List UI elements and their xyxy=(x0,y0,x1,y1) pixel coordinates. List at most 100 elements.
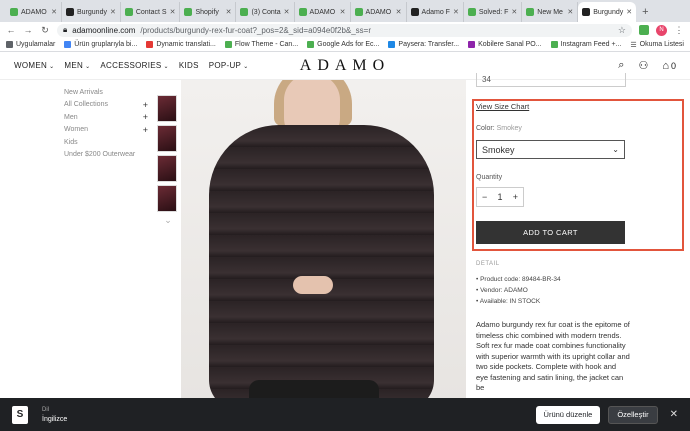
search-icon[interactable]: ⌕ xyxy=(618,59,624,72)
bookmark-item[interactable]: Ürün gruplarıyla bi... xyxy=(64,41,137,48)
expand-plus-icon[interactable]: + xyxy=(143,112,148,122)
new-tab-icon[interactable]: + xyxy=(636,2,654,22)
tab-close-icon[interactable]: ✕ xyxy=(567,8,573,16)
bookmarks-bar: Uygulamalar Ürün gruplarıyla bi... Dynamic… xyxy=(0,38,690,52)
bookmark-item[interactable]: Kobilere Sanal PO... xyxy=(468,41,542,48)
bookmark-favicon-icon xyxy=(224,41,232,48)
forward-icon[interactable]: → xyxy=(23,25,33,35)
category-label: Under $200 Outerwear xyxy=(64,151,136,159)
account-icon[interactable]: ⚇ xyxy=(638,59,648,72)
browser-tab[interactable]: Contact S ✕ xyxy=(121,2,181,22)
reading-list[interactable]: ☰ Okuma Listesi xyxy=(630,41,684,49)
category-item[interactable]: New Arrivals xyxy=(64,86,148,99)
bookmark-item[interactable]: Google Ads for Ec... xyxy=(307,41,379,48)
back-icon[interactable]: ← xyxy=(6,25,16,35)
color-select[interactable]: Smokey ⌄ xyxy=(476,140,625,159)
tab-close-icon[interactable]: ✕ xyxy=(284,8,290,16)
color-label-value: Smokey xyxy=(496,125,522,132)
expand-plus-icon[interactable]: + xyxy=(143,125,148,135)
category-item[interactable]: All Collections + xyxy=(64,99,148,112)
url-input[interactable]: 🔒︎ adamoonline.com/products/burgundy-rex… xyxy=(57,23,632,37)
tab-favicon-icon xyxy=(467,8,476,16)
close-icon[interactable]: ✕ xyxy=(670,409,678,420)
menu-item[interactable]: ACCESSORIES ⌄ xyxy=(100,61,168,70)
product-thumbnail[interactable] xyxy=(157,155,177,182)
view-size-chart-link[interactable]: View Size Chart xyxy=(476,102,529,111)
product-description: Adamo burgundy rex fur coat is the epito… xyxy=(476,320,630,392)
bookmark-item[interactable]: Paysera: Transfer... xyxy=(388,41,459,48)
chevron-down-icon: ⌄ xyxy=(163,64,169,70)
tab-close-icon[interactable]: ✕ xyxy=(511,8,517,16)
menu-item[interactable]: WOMEN ⌄ xyxy=(14,61,54,70)
menu-item-label: WOMEN xyxy=(14,61,48,70)
category-nav: New Arrivals All Collections + Men + Women + Ki… xyxy=(64,86,148,161)
size-select[interactable]: 34 xyxy=(476,73,626,87)
bookmark-item[interactable]: Uygulamalar xyxy=(6,41,55,48)
language-label: Dil xyxy=(42,406,49,413)
tab-label: New Me xyxy=(537,8,563,16)
menu-item[interactable]: POP-UP ⌄ xyxy=(209,61,249,70)
plus-icon[interactable]: + xyxy=(513,192,518,202)
browser-tab[interactable]: (3) Conta ✕ xyxy=(236,2,295,22)
profile-avatar[interactable]: N xyxy=(656,24,667,36)
category-item[interactable]: Under $200 Outerwear xyxy=(64,149,148,162)
add-to-cart-button[interactable]: ADD TO CART xyxy=(476,221,625,244)
category-item[interactable]: Kids xyxy=(64,136,148,149)
bookmark-favicon-icon xyxy=(307,41,315,48)
product-thumbnail[interactable] xyxy=(157,95,177,122)
menu-item-label: MEN xyxy=(64,61,84,70)
color-label-text: Color: xyxy=(476,125,495,132)
bookmark-item[interactable]: Dynamic translati... xyxy=(146,41,216,48)
customize-button[interactable]: Özelleştir xyxy=(608,405,658,424)
browser-menu-icon[interactable]: ⋮ xyxy=(674,25,684,36)
browser-tab[interactable]: ADAMO ✕ xyxy=(351,2,407,22)
tab-close-icon[interactable]: ✕ xyxy=(396,8,402,16)
browser-tab[interactable]: ADAMO ✕ xyxy=(6,2,62,22)
product-specs: • Product code: 89484-BR-34 • Vendor: ADA… xyxy=(476,276,561,309)
browser-tab[interactable]: Shopify ✕ xyxy=(180,2,237,22)
browser-tab[interactable]: Burgundy ✕ xyxy=(62,2,121,22)
category-item[interactable]: Women + xyxy=(64,124,148,137)
browser-tab[interactable]: Adamo F ✕ xyxy=(407,2,464,22)
bookmark-label: Paysera: Transfer... xyxy=(398,41,460,48)
tab-close-icon[interactable]: ✕ xyxy=(453,8,459,16)
tab-close-icon[interactable]: ✕ xyxy=(110,8,116,16)
menu-item[interactable]: KIDS xyxy=(179,61,199,70)
tab-label: ADAMO xyxy=(21,8,47,16)
chevron-down-icon[interactable]: ⌄ xyxy=(157,215,179,226)
reload-icon[interactable]: ↻ xyxy=(40,25,50,36)
browser-tab[interactable]: New Me ✕ xyxy=(522,2,579,22)
product-thumbnail[interactable] xyxy=(157,125,177,152)
shopify-preview-bar: S Dil İngilizce Ürünü düzenle Özelleştir… xyxy=(0,398,690,431)
browser-tab[interactable]: Burgundy ✕ xyxy=(578,2,637,22)
tab-favicon-icon xyxy=(66,8,74,16)
minus-icon[interactable]: − xyxy=(482,192,487,202)
tab-close-icon[interactable]: ✕ xyxy=(340,8,346,16)
product-main-image[interactable] xyxy=(181,80,466,431)
edit-product-button[interactable]: Ürünü düzenle xyxy=(535,405,601,424)
shopify-logo-icon: S xyxy=(12,405,28,424)
tab-close-icon[interactable]: ✕ xyxy=(226,8,232,16)
browser-tab[interactable]: Solved: F ✕ xyxy=(464,2,523,22)
language-selector[interactable]: Dil İngilizce xyxy=(42,406,67,424)
tab-close-icon[interactable]: ✕ xyxy=(51,8,57,16)
category-item[interactable]: Men + xyxy=(64,111,148,124)
spec-item: • Vendor: ADAMO xyxy=(476,287,528,294)
product-thumbnail[interactable] xyxy=(157,185,177,212)
expand-plus-icon[interactable]: + xyxy=(143,100,148,110)
tab-close-icon[interactable]: ✕ xyxy=(170,8,176,16)
menu-item[interactable]: MEN ⌄ xyxy=(64,61,90,70)
tab-favicon-icon xyxy=(354,8,363,16)
quantity-stepper[interactable]: − 1 + xyxy=(476,187,524,207)
extension-icon[interactable] xyxy=(639,25,649,35)
quantity-value[interactable]: 1 xyxy=(497,192,502,202)
bookmark-item[interactable]: Instagram Feed +... xyxy=(550,41,621,48)
category-label: All Collections xyxy=(64,101,108,109)
tab-label: ADAMO xyxy=(309,8,336,16)
cart-icon[interactable]: ⌂ 0 xyxy=(662,60,676,72)
bookmark-star-icon[interactable]: ☆ xyxy=(618,25,626,36)
language-value: İngilizce xyxy=(42,415,68,423)
bookmark-item[interactable]: Flow Theme - Can... xyxy=(224,41,298,48)
browser-tab[interactable]: ADAMO ✕ xyxy=(295,2,351,22)
tab-close-icon[interactable]: ✕ xyxy=(626,8,632,16)
